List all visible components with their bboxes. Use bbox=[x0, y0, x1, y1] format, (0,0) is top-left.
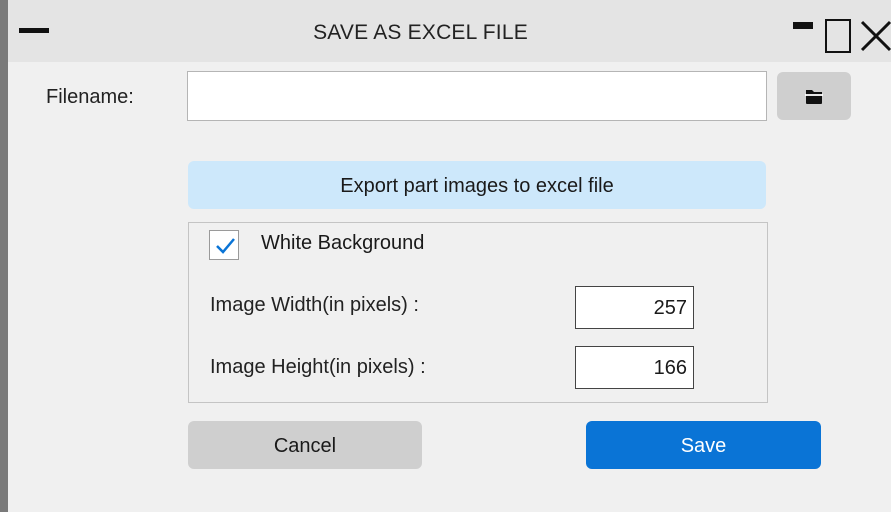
filename-input[interactable] bbox=[187, 71, 767, 121]
image-width-input[interactable]: 257 bbox=[575, 286, 694, 329]
white-background-label[interactable]: White Background bbox=[261, 232, 424, 255]
save-button[interactable]: Save bbox=[586, 421, 821, 469]
close-icon[interactable] bbox=[858, 18, 891, 54]
image-width-label: Image Width(in pixels) : bbox=[210, 294, 419, 316]
maximize-icon[interactable] bbox=[825, 19, 851, 53]
filename-label: Filename: bbox=[46, 86, 134, 108]
title-bar[interactable]: SAVE AS EXCEL FILE bbox=[8, 0, 891, 62]
image-height-label: Image Height(in pixels) : bbox=[210, 356, 426, 378]
minimize-icon[interactable] bbox=[793, 20, 819, 46]
checkmark-icon bbox=[216, 238, 235, 254]
export-section-header: Export part images to excel file bbox=[188, 161, 766, 209]
folder-icon bbox=[805, 90, 823, 104]
browse-button[interactable] bbox=[777, 72, 851, 120]
save-as-excel-dialog: SAVE AS EXCEL FILE Filename: Export part… bbox=[0, 0, 891, 512]
image-height-input[interactable]: 166 bbox=[575, 346, 694, 389]
cancel-button[interactable]: Cancel bbox=[188, 421, 422, 469]
white-background-checkbox[interactable] bbox=[209, 230, 239, 260]
window-left-border bbox=[0, 0, 8, 512]
window-title: SAVE AS EXCEL FILE bbox=[313, 21, 528, 44]
